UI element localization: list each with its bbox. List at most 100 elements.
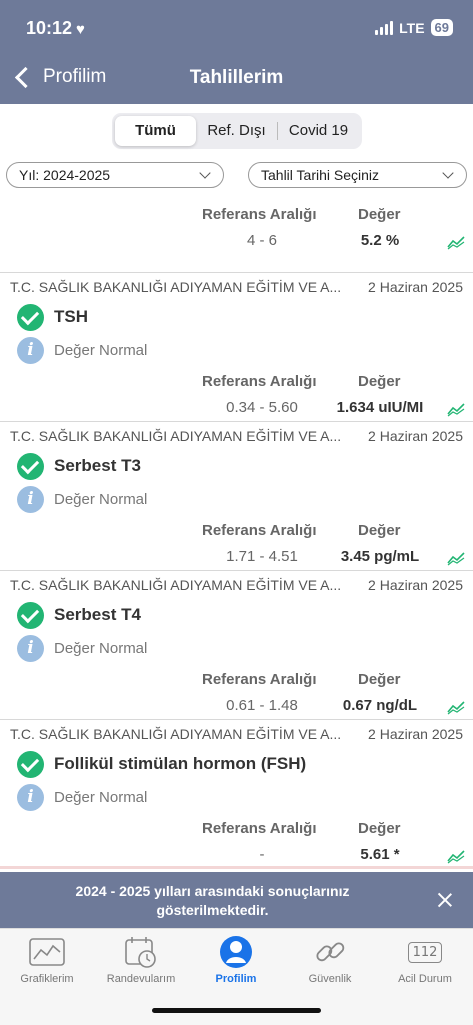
battery-icon: 69 — [430, 19, 453, 36]
hospital-name: T.C. SAĞLIK BAKANLIĞI ADIYAMAN EĞİTİM VE… — [10, 428, 342, 444]
info-icon[interactable]: i — [17, 485, 44, 513]
ref-range-label: Referans Aralığı — [202, 522, 317, 539]
tab-covid[interactable]: Covid 19 — [278, 116, 359, 146]
trend-chart-icon[interactable] — [447, 401, 465, 417]
toast-message: 2024 - 2025 yılları arasındaki sonuçları… — [75, 883, 350, 918]
chevron-down-icon — [199, 167, 211, 179]
test-name: Serbest T4 — [54, 605, 141, 624]
results-list: Referans Aralığı Değer 4 - 6 5.2 % T.C. … — [0, 200, 473, 868]
out-of-range-divider — [0, 866, 473, 869]
result-card[interactable]: T.C. SAĞLIK BAKANLIĞI ADIYAMAN EĞİTİM VE… — [0, 571, 473, 720]
ref-values: 1.71 - 4.51 3.45 pg/mL — [0, 544, 473, 572]
emergency-number: 112 — [407, 941, 443, 963]
result-value: 0.67 ng/dL — [342, 697, 418, 714]
tab-out-of-range[interactable]: Ref. Dışı — [196, 116, 277, 146]
tab-profile[interactable]: Profilim — [189, 935, 283, 985]
result-card[interactable]: T.C. SAĞLIK BAKANLIĞI ADIYAMAN EĞİTİM VE… — [0, 273, 473, 422]
tab-all[interactable]: Tümü — [115, 116, 196, 146]
status-indicators: LTE 69 — [375, 19, 453, 36]
chevron-down-icon — [442, 167, 454, 179]
info-toast: 2024 - 2025 yılları arasındaki sonuçları… — [0, 872, 473, 928]
home-indicator — [152, 1008, 321, 1013]
ref-range-value: 0.34 - 5.60 — [226, 399, 298, 416]
trend-chart-icon[interactable] — [447, 550, 465, 566]
tab-label: Randevularım — [106, 973, 176, 985]
test-title-row: Serbest T4 — [0, 599, 473, 631]
trend-chart-icon[interactable] — [447, 699, 465, 715]
chart-icon — [0, 935, 94, 969]
tab-label: Acil Durum — [398, 973, 452, 985]
user-icon — [189, 935, 283, 969]
status-text: Değer Normal — [54, 788, 148, 806]
status-row: i Değer Normal — [0, 482, 473, 516]
source-row: T.C. SAĞLIK BAKANLIĞI ADIYAMAN EĞİTİM VE… — [0, 720, 473, 748]
result-date: 2 Haziran 2025 — [368, 428, 463, 444]
test-title-row: TSH — [0, 301, 473, 333]
tab-emergency[interactable]: 112 Acil Durum — [378, 935, 472, 985]
tab-security[interactable]: Güvenlik — [283, 935, 377, 985]
ref-range-value: 4 - 6 — [246, 232, 277, 249]
year-select[interactable]: Yıl: 2024-2025 — [6, 162, 224, 188]
ref-header: Referans Aralığı Değer — [0, 516, 473, 544]
tab-charts[interactable]: Grafiklerim — [0, 935, 94, 985]
result-date: 2 Haziran 2025 — [368, 577, 463, 593]
check-circle-icon — [17, 303, 44, 331]
result-date: 2 Haziran 2025 — [368, 279, 463, 295]
status-row: i Değer Normal — [0, 631, 473, 665]
status-row: i Değer Normal — [0, 333, 473, 367]
tab-label: Profilim — [215, 973, 257, 985]
ref-range-value: - — [259, 846, 265, 863]
tab-label: Grafiklerim — [20, 973, 74, 985]
ref-range-label: Referans Aralığı — [202, 671, 317, 688]
result-value: 1.634 uIU/MI — [336, 399, 424, 416]
value-label: Değer — [358, 206, 401, 223]
info-icon[interactable]: i — [17, 634, 44, 662]
check-circle-icon — [17, 750, 44, 778]
check-circle-icon — [17, 601, 44, 629]
info-icon[interactable]: i — [17, 336, 44, 364]
ref-header: Referans Aralığı Değer — [0, 665, 473, 693]
ref-range-label: Referans Aralığı — [202, 373, 317, 390]
test-title-row: Serbest T3 — [0, 450, 473, 482]
emergency-112-icon: 112 — [378, 935, 472, 969]
status-row: i Değer Normal — [0, 780, 473, 814]
hospital-name: T.C. SAĞLIK BAKANLIĞI ADIYAMAN EĞİTİM VE… — [10, 577, 342, 593]
ref-values: 0.61 - 1.48 0.67 ng/dL — [0, 693, 473, 721]
ref-range-label: Referans Aralığı — [202, 206, 317, 223]
test-title-row: Follikül stimülan hormon (FSH) — [0, 748, 473, 780]
test-name: TSH — [54, 307, 88, 326]
result-card[interactable]: T.C. SAĞLIK BAKANLIĞI ADIYAMAN EĞİTİM VE… — [0, 720, 473, 868]
year-select-value: Yıl: 2024-2025 — [19, 167, 111, 183]
hospital-name: T.C. SAĞLIK BAKANLIĞI ADIYAMAN EĞİTİM VE… — [10, 279, 342, 295]
value-label: Değer — [358, 522, 401, 539]
header: 10:12 ♥ LTE 69 Profilim Tahlillerim — [0, 0, 473, 104]
ref-values: 0.34 - 5.60 1.634 uIU/MI — [0, 395, 473, 423]
trend-chart-icon[interactable] — [447, 234, 465, 250]
date-select[interactable]: Tahlil Tarihi Seçiniz — [248, 162, 467, 188]
ref-header: Referans Aralığı Değer — [0, 814, 473, 842]
test-name: Follikül stimülan hormon (FSH) — [54, 754, 307, 773]
ref-header: Referans Aralığı Değer — [0, 367, 473, 395]
network-label: LTE — [399, 19, 425, 36]
link-icon — [283, 935, 377, 969]
status-text: Değer Normal — [54, 639, 148, 657]
tab-appointments[interactable]: Randevularım — [94, 935, 188, 985]
status-text: Değer Normal — [54, 490, 148, 508]
hospital-name: T.C. SAĞLIK BAKANLIĞI ADIYAMAN EĞİTİM VE… — [10, 726, 342, 742]
tab-label: Güvenlik — [308, 973, 352, 985]
page-title: Tahlillerim — [189, 67, 284, 88]
source-row: T.C. SAĞLIK BAKANLIĞI ADIYAMAN EĞİTİM VE… — [0, 273, 473, 301]
result-card[interactable]: Referans Aralığı Değer 4 - 6 5.2 % — [0, 200, 473, 273]
close-icon[interactable] — [437, 892, 453, 908]
info-icon[interactable]: i — [17, 783, 44, 811]
status-text: Değer Normal — [54, 341, 148, 359]
ref-range-value: 1.71 - 4.51 — [226, 548, 298, 565]
result-date: 2 Haziran 2025 — [368, 726, 463, 742]
source-row: T.C. SAĞLIK BAKANLIĞI ADIYAMAN EĞİTİM VE… — [0, 571, 473, 599]
ref-range-label: Referans Aralığı — [202, 820, 317, 837]
value-label: Değer — [358, 671, 401, 688]
value-label: Değer — [358, 373, 401, 390]
result-value: 3.45 pg/mL — [340, 548, 420, 565]
result-card[interactable]: T.C. SAĞLIK BAKANLIĞI ADIYAMAN EĞİTİM VE… — [0, 422, 473, 571]
trend-chart-icon[interactable] — [447, 848, 465, 864]
